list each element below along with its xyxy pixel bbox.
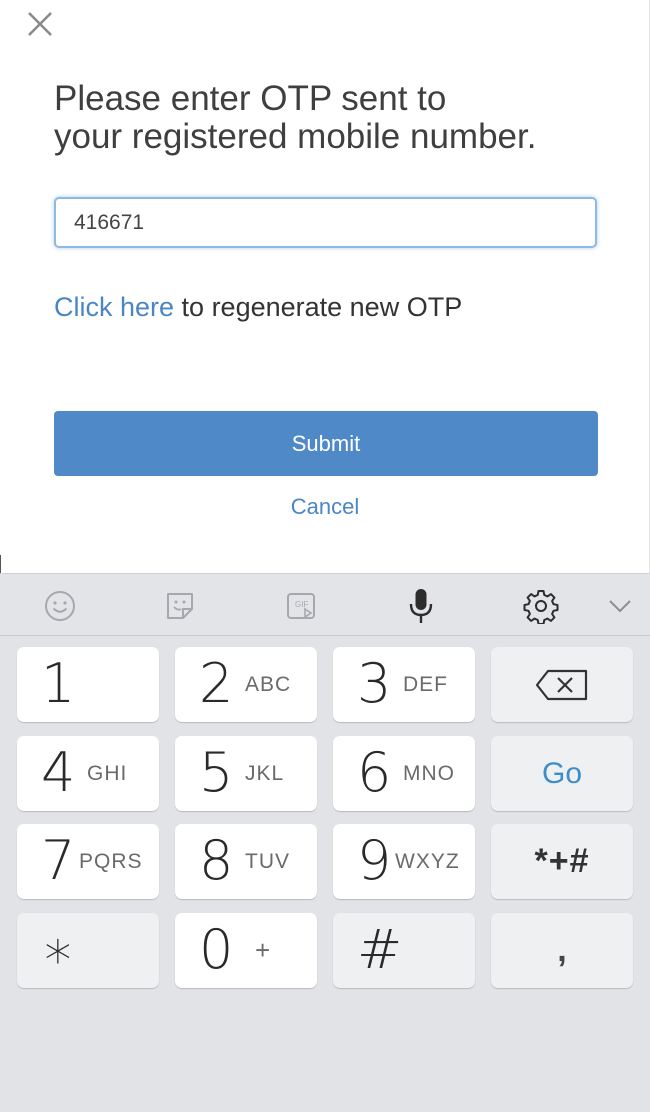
key-0[interactable]: 0 + [175, 913, 317, 988]
key-2[interactable]: 2 ABC [175, 647, 317, 722]
microphone-icon [409, 589, 433, 623]
close-icon [28, 12, 52, 36]
key-letters: ABC [245, 673, 292, 696]
key-digit: ∗ [41, 918, 75, 981]
voice-input-button[interactable] [401, 586, 441, 626]
key-digit: 6 [357, 741, 392, 804]
submit-button[interactable]: Submit [54, 411, 598, 476]
key-letters: GHI [87, 762, 128, 785]
symbols-key[interactable]: *+# [491, 824, 633, 899]
emoji-button[interactable] [40, 586, 80, 626]
key-4[interactable]: 4 GHI [17, 736, 159, 811]
chevron-down-icon [609, 600, 631, 613]
key-letters: DEF [403, 673, 448, 696]
key-hash[interactable]: # [333, 913, 475, 988]
key-plus: + [255, 935, 272, 965]
regenerate-otp-link[interactable]: Click here [54, 292, 174, 322]
settings-icon [523, 590, 559, 624]
key-digit: # [357, 918, 403, 981]
key-letters: MNO [403, 762, 455, 785]
key-digit: 9 [357, 829, 392, 892]
page-title: Please enter OTP sent to your registered… [54, 80, 614, 156]
key-8[interactable]: 8 TUV [175, 824, 317, 899]
emoji-icon [45, 591, 75, 621]
sticker-button[interactable] [160, 586, 200, 626]
otp-dialog: Please enter OTP sent to your registered… [0, 0, 650, 573]
key-digit: 1 [41, 652, 76, 715]
key-letters: PQRS [79, 850, 143, 873]
comma-label: , [557, 931, 567, 969]
otp-input[interactable] [54, 197, 597, 248]
close-button[interactable] [22, 6, 58, 42]
title-line-1: Please enter OTP sent to [54, 79, 447, 118]
go-label: Go [541, 756, 583, 790]
key-digit: 5 [199, 741, 234, 804]
hide-keyboard-button[interactable] [600, 586, 640, 626]
comma-key[interactable]: , [491, 913, 633, 988]
numeric-keyboard: GIF 1 2 ABC 3 DEF 4 GHI 5 JKL 6 MNO Go 7… [0, 573, 650, 1112]
key-9[interactable]: 9 WXYZ [333, 824, 475, 899]
key-digit: 8 [199, 829, 234, 892]
regenerate-otp-text: Click here to regenerate new OTP [54, 292, 462, 323]
regenerate-otp-label: to regenerate new OTP [174, 292, 463, 322]
key-7[interactable]: 7 PQRS [17, 824, 159, 899]
cancel-button[interactable]: Cancel [0, 494, 650, 520]
gif-icon: GIF [287, 593, 315, 619]
dialog-border-left [0, 555, 1, 573]
key-1[interactable]: 1 [17, 647, 159, 722]
gif-button[interactable]: GIF [281, 586, 321, 626]
key-digit: 0 [199, 918, 234, 981]
title-line-2: your registered mobile number. [54, 117, 537, 156]
keyboard-settings-button[interactable] [521, 586, 561, 626]
symbols-label: *+# [534, 842, 590, 880]
go-key[interactable]: Go [491, 736, 633, 811]
key-letters: JKL [245, 762, 285, 785]
backspace-key[interactable] [491, 647, 633, 722]
key-star[interactable]: ∗ [17, 913, 159, 988]
gif-label: GIF [295, 600, 308, 609]
key-6[interactable]: 6 MNO [333, 736, 475, 811]
key-digit: 2 [199, 652, 234, 715]
sticker-icon [167, 593, 193, 619]
key-5[interactable]: 5 JKL [175, 736, 317, 811]
key-letters: WXYZ [395, 850, 460, 873]
key-3[interactable]: 3 DEF [333, 647, 475, 722]
key-digit: 7 [41, 829, 76, 892]
keyboard-toolbar: GIF [0, 573, 650, 636]
key-letters: TUV [245, 850, 290, 873]
backspace-icon [535, 669, 588, 700]
key-digit: 4 [41, 741, 76, 804]
key-digit: 3 [357, 652, 392, 715]
